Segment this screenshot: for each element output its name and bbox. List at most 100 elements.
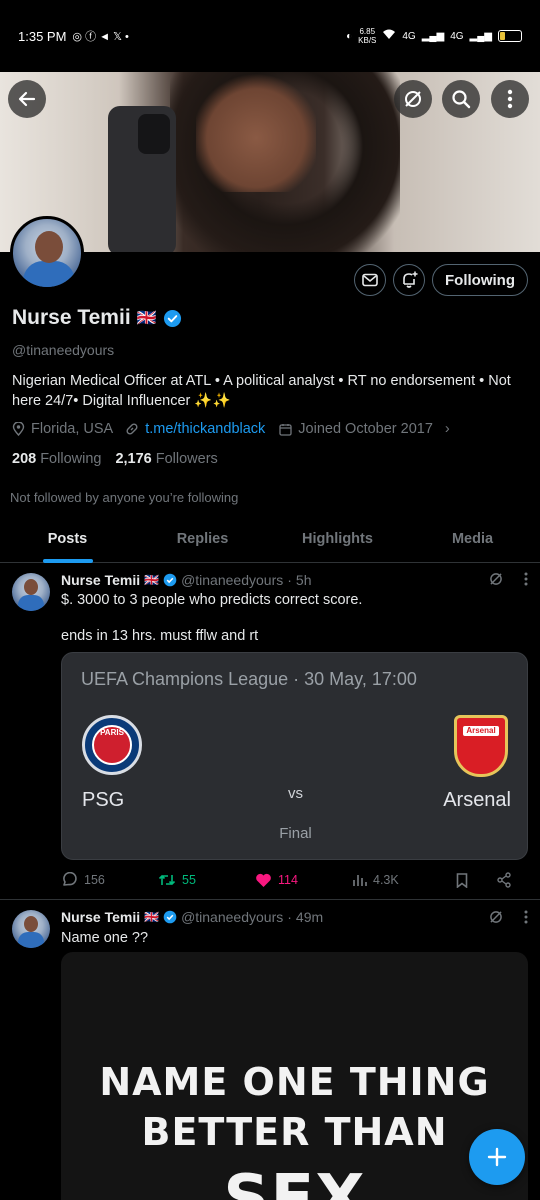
bookmark-button[interactable]	[456, 872, 496, 888]
grok-icon	[405, 91, 421, 107]
profile-link[interactable]: t.me/thickandblack	[145, 421, 265, 437]
post-image[interactable]: NAME ONE THING BETTER THAN SEX	[61, 952, 528, 1200]
like-button[interactable]: 114	[255, 873, 352, 888]
post-text-line1: Name one ??	[61, 930, 149, 946]
post-avatar[interactable]	[12, 573, 50, 611]
notify-button[interactable]	[393, 264, 425, 296]
profile-name: Nurse Temii	[12, 306, 131, 329]
status-bar: 1:35 PM ◎ ⓕ ◄ 𝕏 • ◐ 6.85 KB/S 4G ▂▄▆ 4G ▂…	[0, 0, 540, 72]
reply-icon	[63, 872, 77, 886]
more-button[interactable]	[491, 80, 529, 118]
post-author-name[interactable]: Nurse Temii	[61, 909, 140, 925]
search-icon	[452, 90, 471, 109]
post-header: Nurse Temii 🇬🇧 @tinaneedyours · 49m	[61, 909, 324, 925]
post-time: 49m	[295, 909, 324, 925]
back-button[interactable]	[8, 80, 46, 118]
more-vertical-icon	[507, 89, 513, 109]
post-header-actions	[488, 909, 528, 925]
plus-icon	[487, 1147, 507, 1167]
not-followed-text: Not followed by anyone you’re following	[10, 490, 239, 505]
bookmark-icon	[456, 872, 468, 888]
tab-replies[interactable]: Replies	[135, 517, 270, 562]
post-text-line2: ends in 13 hrs. must fflw and rt	[61, 628, 259, 644]
repost-icon	[158, 874, 176, 886]
flag-icon: 🇬🇧	[144, 573, 160, 587]
network-speed: 6.85 KB/S	[358, 27, 377, 45]
followers-link[interactable]: 2,176 Followers	[115, 451, 217, 467]
views-count: 4.3K	[373, 873, 399, 887]
bell-plus-icon	[403, 271, 418, 288]
search-button[interactable]	[442, 80, 480, 118]
profile-avatar[interactable]	[10, 216, 84, 290]
following-link[interactable]: 208 Following	[12, 451, 101, 467]
verified-badge-icon	[163, 910, 177, 924]
match-league: UEFA Champions League · 30 May, 17:00	[81, 669, 417, 689]
more-vertical-icon[interactable]	[524, 572, 528, 586]
tab-media[interactable]: Media	[405, 517, 540, 562]
repost-count: 55	[182, 873, 196, 887]
share-button[interactable]	[496, 872, 512, 888]
flag-icon: 🇬🇧	[144, 910, 160, 924]
match-card[interactable]: UEFA Champions League · 30 May, 17:00 PA…	[61, 652, 528, 860]
follow-counts: 208 Following 2,176 Followers	[12, 451, 218, 467]
signal-bars-icon-2: ▂▄▆	[469, 30, 492, 42]
profile-location: Florida, USA	[31, 421, 114, 437]
post-author-name[interactable]: Nurse Temii	[61, 572, 140, 588]
grok-icon[interactable]	[488, 571, 504, 587]
post-actions: 156 55 114 4.3K	[61, 866, 528, 894]
dnd-icon: ◐	[346, 30, 353, 42]
views-icon	[353, 875, 367, 886]
location-pin-icon	[12, 422, 25, 436]
status-time: 1:35 PM	[18, 28, 67, 44]
post-avatar[interactable]	[12, 910, 50, 948]
signal-bars-icon: ▂▄▆	[421, 30, 445, 42]
verified-badge-icon	[163, 573, 177, 587]
link-icon	[126, 423, 138, 435]
calendar-icon	[279, 423, 292, 436]
image-text-line3: SEX	[223, 1162, 366, 1200]
reply-count: 156	[84, 873, 105, 887]
repost-button[interactable]: 55	[158, 873, 255, 887]
post-header-actions	[488, 571, 528, 587]
away-team: Arsenal	[443, 789, 511, 811]
post-text-line1: $. 3000 to 3 people who predicts correct…	[61, 592, 363, 608]
following-button[interactable]: Following	[432, 264, 528, 296]
grok-button[interactable]	[394, 80, 432, 118]
signal-1: 4G	[402, 30, 416, 42]
profile-joined: Joined October 2017	[298, 421, 433, 437]
more-vertical-icon[interactable]	[524, 910, 528, 924]
share-icon	[497, 872, 511, 888]
flag-icon: 🇬🇧	[136, 310, 157, 327]
views-button[interactable]: 4.3K	[352, 873, 456, 887]
notification-icons: ◎ ⓕ ◄ 𝕏 •	[72, 31, 129, 43]
grok-icon[interactable]	[488, 909, 504, 925]
battery-icon: 26	[498, 30, 522, 42]
verified-badge-icon	[163, 309, 181, 327]
envelope-icon	[362, 273, 378, 287]
post-author-handle: @tinaneedyours	[181, 909, 284, 925]
heart-icon	[256, 873, 271, 887]
post-author-handle: @tinaneedyours	[181, 572, 284, 588]
profile-handle: @tinaneedyours	[12, 342, 115, 358]
arrow-left-icon	[18, 91, 36, 107]
post-header: Nurse Temii 🇬🇧 @tinaneedyours · 5h	[61, 572, 312, 588]
reply-button[interactable]: 156	[61, 872, 158, 888]
like-count: 114	[278, 873, 298, 887]
tab-highlights[interactable]: Highlights	[270, 517, 405, 562]
profile-name-row: Nurse Temii 🇬🇧	[12, 306, 182, 330]
chevron-right-icon[interactable]: ›	[445, 421, 450, 437]
wifi-icon	[382, 29, 396, 43]
tab-posts[interactable]: Posts	[0, 517, 135, 562]
arsenal-crest-icon: Arsenal	[454, 715, 508, 777]
profile-bio: Nigerian Medical Officer at ATL • A poli…	[12, 373, 511, 409]
image-text-line1: NAME ONE THING	[99, 1060, 490, 1104]
signal-2: 4G	[450, 30, 464, 42]
compose-button[interactable]	[469, 1129, 525, 1185]
profile-tabs: Posts Replies Highlights Media	[0, 517, 540, 563]
profile-meta: Florida, USA t.me/thickandblack Joined O…	[12, 421, 450, 437]
psg-crest-icon: PARIS	[82, 715, 142, 775]
image-text-line2: BETTER THAN	[141, 1110, 448, 1154]
match-status: Final	[279, 825, 312, 842]
post-time: 5h	[295, 572, 312, 588]
message-button[interactable]	[354, 264, 386, 296]
